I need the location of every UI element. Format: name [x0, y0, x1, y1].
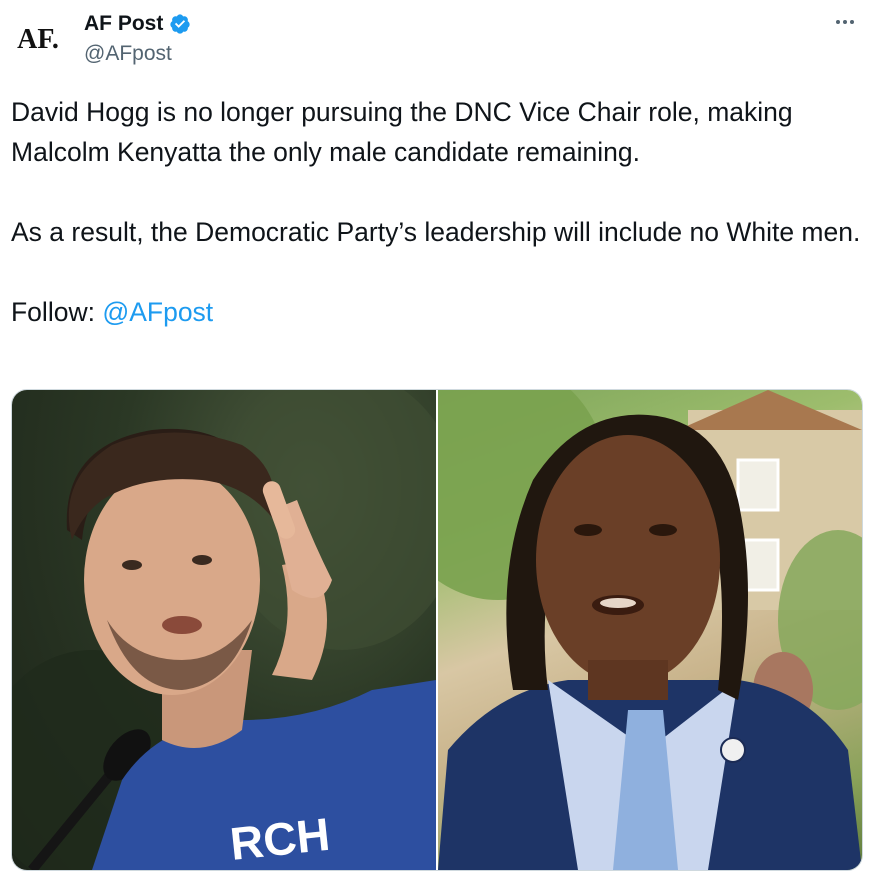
tweet-paragraph-2: As a result, the Democratic Party’s lead… [11, 217, 861, 247]
photo-right-illustration [438, 390, 862, 870]
shirt-text: RCH [228, 808, 333, 870]
tweet-paragraph-1: David Hogg is no longer pursuing the DNC… [11, 97, 793, 167]
photo-left[interactable]: RCH [12, 390, 436, 870]
more-options-button[interactable] [831, 10, 859, 34]
tweet-follow-line: Follow: @AFpost [11, 292, 867, 332]
follow-mention-link[interactable]: @AFpost [102, 297, 213, 327]
media-grid: RCH [11, 389, 863, 871]
avatar-logo: AF. [17, 24, 59, 55]
handle[interactable]: @AFpost [84, 42, 172, 66]
author-name-row: AF Post [84, 12, 191, 36]
tweet-text: David Hogg is no longer pursuing the DNC… [11, 92, 867, 332]
photo-right[interactable] [438, 390, 862, 870]
photo-left-illustration: RCH [12, 390, 436, 870]
verified-badge-icon [170, 14, 190, 34]
more-horizontal-icon [836, 20, 854, 24]
follow-label: Follow: [11, 297, 103, 327]
display-name[interactable]: AF Post [84, 12, 163, 36]
avatar[interactable]: AF. [10, 12, 66, 68]
